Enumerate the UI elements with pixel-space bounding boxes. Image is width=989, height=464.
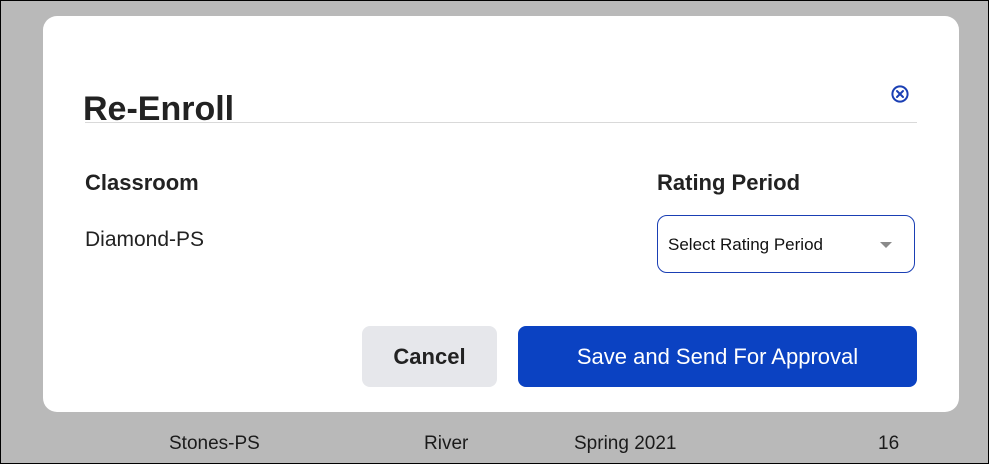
- table-cell-count: 16: [878, 433, 900, 454]
- classroom-label: Classroom: [85, 170, 199, 195]
- rating-period-label: Rating Period: [657, 170, 801, 195]
- classroom-value: Diamond-PS: [85, 228, 205, 251]
- save-and-send-button[interactable]: Save and Send For Approval: [518, 326, 917, 387]
- header-divider: [85, 122, 917, 123]
- chevron-down-icon: [880, 242, 892, 248]
- rating-period-selected-value: Select Rating Period: [668, 235, 823, 254]
- cancel-button[interactable]: Cancel: [362, 326, 497, 387]
- close-button[interactable]: [890, 84, 910, 104]
- modal-title: Re-Enroll: [83, 90, 235, 128]
- app-window: Stones-PS River Spring 2021 16 Re-Enroll…: [0, 0, 989, 464]
- rating-period-select[interactable]: Select Rating Period: [657, 215, 915, 273]
- table-cell-period: Spring 2021: [574, 433, 677, 454]
- table-cell-location: River: [424, 433, 469, 454]
- re-enroll-modal: Re-Enroll Classroom Diamond-PS Rating Pe…: [43, 16, 959, 412]
- close-circle-icon: [891, 85, 909, 103]
- table-cell-classroom: Stones-PS: [169, 433, 260, 454]
- table-row: Stones-PS River Spring 2021 16: [1, 425, 988, 461]
